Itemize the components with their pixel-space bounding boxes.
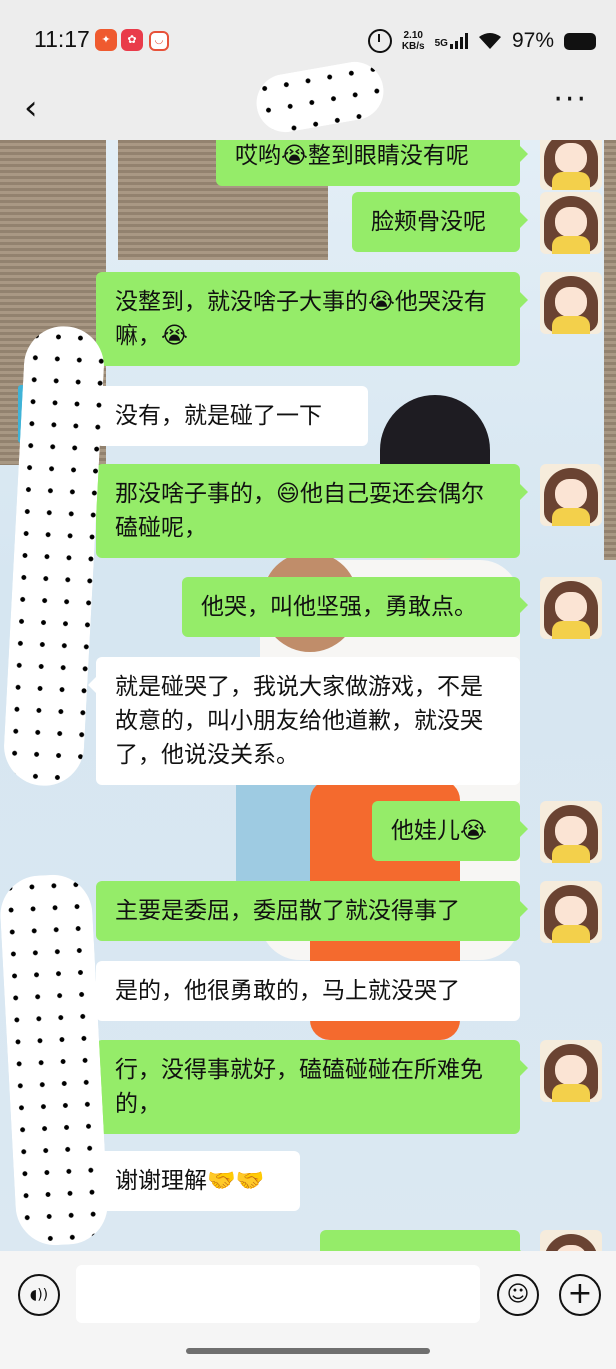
message-bubble-incoming[interactable]: 就是碰哭了，我说大家做游戏，不是故意的，叫小朋友给他道歉，就没哭了，他说没关系。 (88, 657, 520, 785)
app-notification-icon: ✦ (95, 29, 117, 51)
voice-icon[interactable]: ◖)) (18, 1274, 60, 1316)
plus-icon[interactable]: + (559, 1274, 601, 1316)
avatar[interactable] (540, 192, 602, 254)
app-notification-icon: ✿ (121, 29, 143, 51)
message-bubble-outgoing[interactable]: 那没啥子事的，😄他自己耍还会偶尔磕碰呢， (96, 464, 528, 558)
app-notification-icon: ◡ (149, 31, 169, 51)
redacted-avatar-area (0, 872, 110, 1248)
home-indicator[interactable] (186, 1348, 430, 1354)
wifi-icon (478, 33, 501, 49)
background-blind (604, 140, 616, 560)
status-time: 11:17 (34, 26, 90, 52)
message-bubble-incoming[interactable]: 没有，就是碰了一下 (88, 386, 368, 446)
avatar[interactable] (540, 1230, 602, 1251)
message-input[interactable] (76, 1265, 480, 1323)
message-bubble-outgoing[interactable]: 他哭，叫他坚强，勇敢点。 (182, 577, 528, 637)
chevron-left-icon[interactable]: ‹ (24, 88, 38, 128)
message-bubble-outgoing[interactable]: 没整到，就没啥子大事的😭他哭没有嘛，😭 (96, 272, 528, 366)
message-bubble-outgoing[interactable]: 行，没得事就好，磕磕碰碰在所难免的， (96, 1040, 528, 1134)
avatar[interactable] (540, 140, 602, 190)
cellular-signal-icon: 5G (435, 33, 468, 49)
avatar[interactable] (540, 577, 602, 639)
message-bubble-outgoing[interactable]: 哎哟😭整到眼睛没有呢 (216, 140, 528, 186)
avatar[interactable] (540, 272, 602, 334)
avatar[interactable] (540, 881, 602, 943)
net-speed: 2.10 KB/s (401, 30, 425, 52)
alarm-icon (367, 29, 392, 53)
avatar[interactable] (540, 1040, 602, 1102)
avatar[interactable] (540, 801, 602, 863)
avatar[interactable] (540, 464, 602, 526)
battery-icon (564, 32, 596, 50)
emoji-icon[interactable]: ☺ (497, 1274, 539, 1316)
battery-percent: 97% (511, 29, 554, 52)
message-bubble-incoming[interactable]: 谢谢理解🤝🤝 (88, 1151, 300, 1211)
message-bubble-outgoing[interactable]: 主要是委屈，委屈散了就没得事了 (96, 881, 528, 941)
status-icons: 2.10 KB/s 5G 97% (367, 26, 596, 56)
message-bubble-outgoing[interactable]: 脸颊骨没呢 (352, 192, 528, 252)
message-bubble-outgoing[interactable]: 他娃儿😭 (372, 801, 528, 861)
status-bar: 11:17 ✦ ✿ ◡ 2.10 KB/s 5G 97% (0, 0, 616, 80)
message-bubble-incoming[interactable]: 是的，他很勇敢的，马上就没哭了 (88, 961, 520, 1021)
message-bubble-outgoing-partial[interactable] (320, 1230, 528, 1251)
more-dots-icon[interactable]: ··· (553, 82, 588, 117)
message-input-bar: ◖)) ☺ + (0, 1251, 616, 1369)
